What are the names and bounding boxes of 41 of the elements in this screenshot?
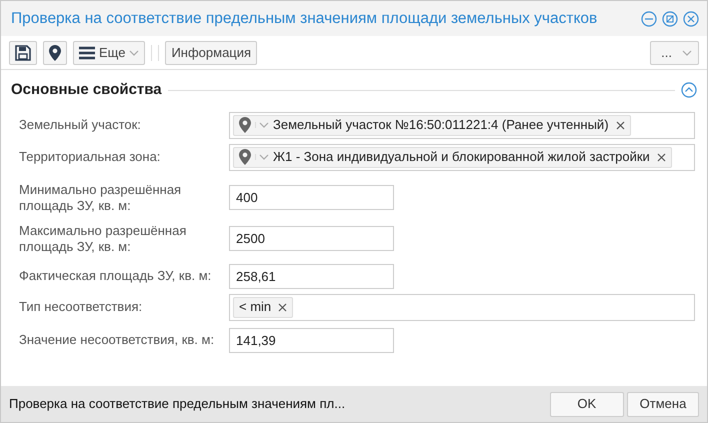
overflow-button[interactable]: ... [650,40,699,64]
tag-chip[interactable]: < min [233,296,294,318]
input-field[interactable]: 400 [229,185,394,210]
input-field[interactable]: 2500 [229,226,394,251]
remove-icon[interactable] [278,302,288,312]
more-button[interactable]: Еще [73,40,146,64]
field-label: Земельный участок: [19,117,142,133]
tag-chip[interactable]: Земельный участок №16:50:011221:4 (Ранее учтенный) [233,114,631,136]
pin-icon[interactable] [239,117,251,133]
pin-icon[interactable] [239,149,251,165]
pin-icon [49,44,61,60]
field-label: Значение несоответствия, кв. м: [19,332,216,348]
save-button[interactable] [9,40,37,64]
remove-icon[interactable] [616,120,625,130]
remove-icon[interactable] [657,152,666,162]
ok-button[interactable]: OK [550,392,624,416]
input-field[interactable]: 258,61 [229,264,394,288]
field-label: Максимально разрешённая площадь ЗУ, кв. м: [19,222,188,254]
status-text: Проверка на соответствие предельным значениям пл... [9,395,346,414]
caret-icon [682,50,692,56]
tag-field[interactable]: Ж1 - Зона индивидуальной и блокированной жилой застройки [229,144,695,170]
tag-field[interactable]: < min [229,294,695,320]
cancel-button[interactable]: Отмена [627,392,699,416]
field-label: Минимально разрешённая площадь ЗУ, кв. м: [19,182,182,214]
menu-icon [79,46,95,60]
input-field[interactable]: 141,39 [229,328,394,352]
field-label: Тип несоответствия: [19,299,144,315]
location-button[interactable] [43,40,67,64]
close-icon[interactable] [683,10,699,26]
collapse-icon[interactable] [681,82,697,98]
window-title: Проверка на соответствие предельным значениям площади земельных участков [11,8,598,29]
restore-icon[interactable] [662,10,678,26]
info-button[interactable]: Информация [165,40,258,64]
section-title: Основные свойства [11,80,162,100]
field-label: Фактическая площадь ЗУ, кв. м: [19,268,212,284]
save-icon [15,44,31,60]
field-label: Территориальная зона: [19,149,162,165]
minimize-icon[interactable] [641,10,657,26]
caret-icon [129,50,140,56]
tag-field[interactable]: Земельный участок №16:50:011221:4 (Ранее учтенный) [229,112,695,138]
tag-chip[interactable]: Ж1 - Зона индивидуальной и блокированной жилой застройки [233,146,672,168]
